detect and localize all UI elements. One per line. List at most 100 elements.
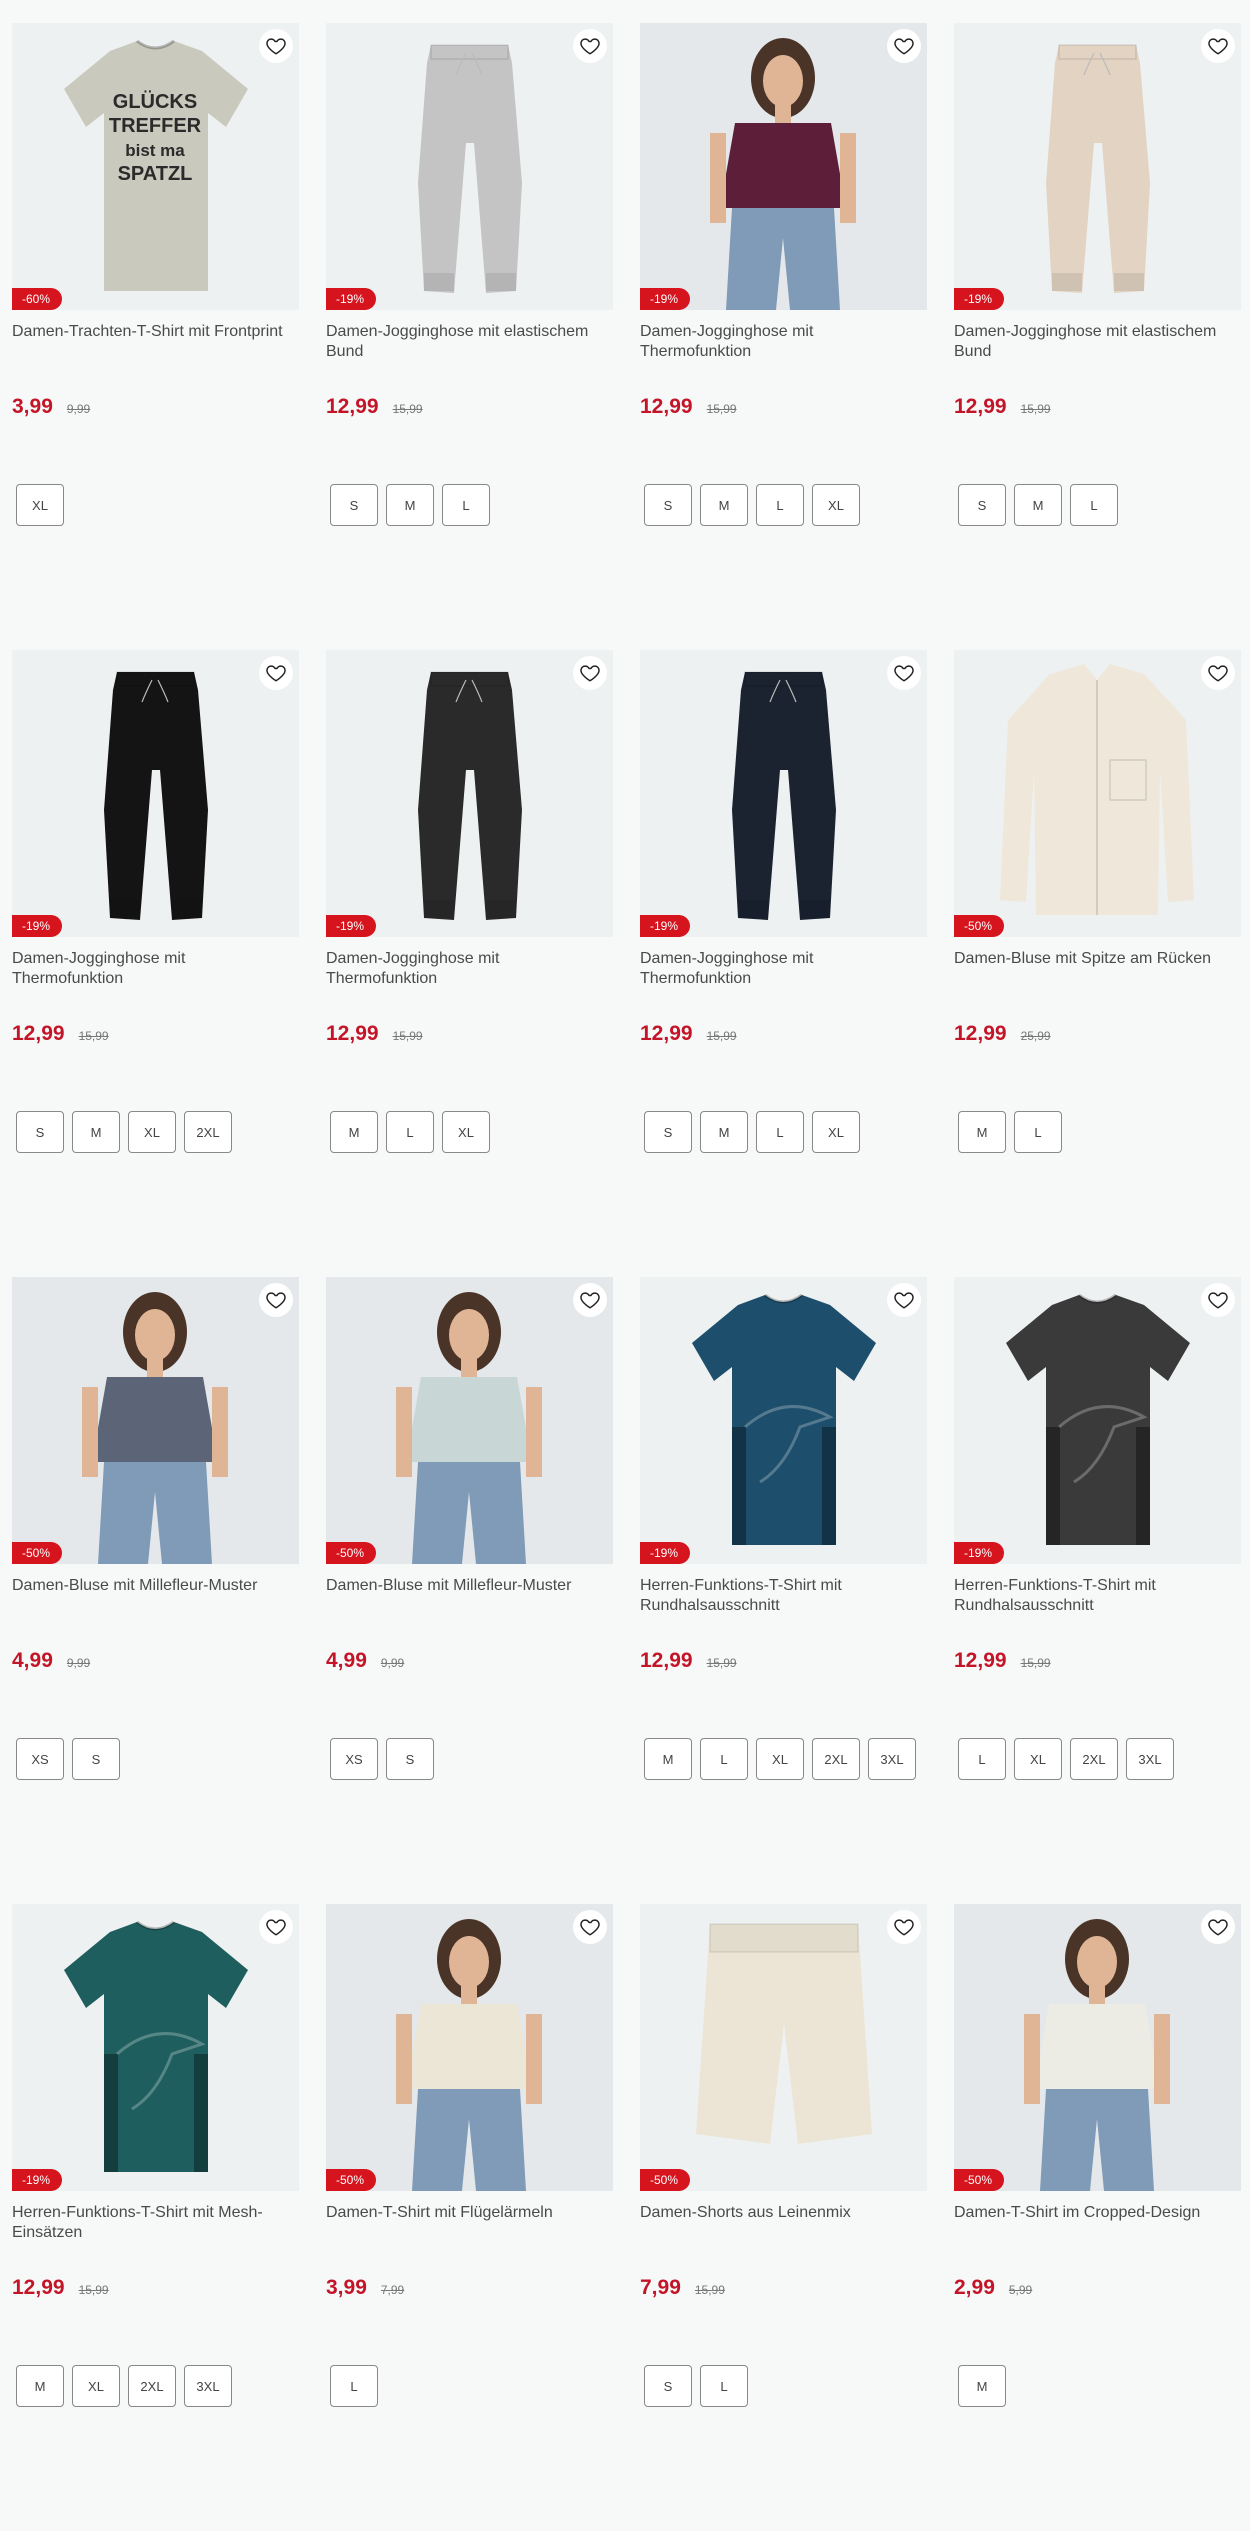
size-option[interactable]: M [1014, 484, 1062, 526]
size-option[interactable]: 2XL [184, 1111, 232, 1153]
wishlist-button[interactable] [259, 656, 293, 690]
size-option[interactable]: M [700, 484, 748, 526]
size-option[interactable]: L [1014, 1111, 1062, 1153]
product-image[interactable]: -19% [640, 1277, 927, 1564]
product-title[interactable]: Damen-Bluse mit Millefleur-Muster [326, 1576, 613, 1616]
size-option[interactable]: M [700, 1111, 748, 1153]
size-option[interactable]: XL [1014, 1738, 1062, 1780]
size-option[interactable]: S [16, 1111, 64, 1153]
size-option[interactable]: L [386, 1111, 434, 1153]
product-image[interactable]: -19% [640, 23, 927, 310]
product-card[interactable]: -50% Damen-Bluse mit Millefleur-Muster 4,9… [12, 1277, 299, 1904]
wishlist-button[interactable] [887, 656, 921, 690]
wishlist-button[interactable] [573, 1283, 607, 1317]
size-option[interactable]: 2XL [812, 1738, 860, 1780]
product-title[interactable]: Herren-Funktions-T-Shirt mit Rundhalsaus… [954, 1576, 1241, 1616]
product-title[interactable]: Damen-Shorts aus Leinenmix [640, 2203, 927, 2243]
size-option[interactable]: M [958, 1111, 1006, 1153]
size-option[interactable]: L [442, 484, 490, 526]
size-option[interactable]: XL [812, 1111, 860, 1153]
product-title[interactable]: Herren-Funktions-T-Shirt mit Mesh-Einsät… [12, 2203, 299, 2243]
size-option[interactable]: L [1070, 484, 1118, 526]
wishlist-button[interactable] [887, 29, 921, 63]
wishlist-button[interactable] [259, 1283, 293, 1317]
size-option[interactable]: M [386, 484, 434, 526]
product-card[interactable]: -50% Damen-Bluse mit Spitze am Rücken 12,9… [954, 650, 1241, 1277]
product-image[interactable]: -50% [12, 1277, 299, 1564]
product-card[interactable]: -19% Damen-Jogginghose mit Thermofunktion… [640, 650, 927, 1277]
size-option[interactable]: S [72, 1738, 120, 1780]
product-card[interactable]: -19% Herren-Funktions-T-Shirt mit Mesh-Ei… [12, 1904, 299, 2531]
product-image[interactable]: -19% [954, 1277, 1241, 1564]
wishlist-button[interactable] [887, 1910, 921, 1944]
product-card[interactable]: -19% Damen-Jogginghose mit elastischem Bu… [326, 23, 613, 650]
size-option[interactable]: S [644, 484, 692, 526]
size-option[interactable]: L [756, 1111, 804, 1153]
wishlist-button[interactable] [1201, 1910, 1235, 1944]
size-option[interactable]: M [16, 2365, 64, 2407]
size-option[interactable]: M [958, 2365, 1006, 2407]
product-image[interactable]: -19% [954, 23, 1241, 310]
product-image[interactable]: -50% [326, 1277, 613, 1564]
size-option[interactable]: L [700, 1738, 748, 1780]
size-option[interactable]: M [72, 1111, 120, 1153]
size-option[interactable]: XL [128, 1111, 176, 1153]
wishlist-button[interactable] [887, 1283, 921, 1317]
product-image[interactable]: GLÜCKS TREFFER bist ma SPATZL -60% [12, 23, 299, 310]
size-option[interactable]: 3XL [184, 2365, 232, 2407]
size-option[interactable]: XL [16, 484, 64, 526]
size-option[interactable]: S [644, 2365, 692, 2407]
size-option[interactable]: L [756, 484, 804, 526]
size-option[interactable]: M [644, 1738, 692, 1780]
product-card[interactable]: -19% Damen-Jogginghose mit Thermofunktion… [326, 650, 613, 1277]
product-title[interactable]: Damen-Bluse mit Millefleur-Muster [12, 1576, 299, 1616]
product-card[interactable]: -19% Herren-Funktions-T-Shirt mit Rundhal… [954, 1277, 1241, 1904]
product-image[interactable]: -19% [640, 650, 927, 937]
size-option[interactable]: 3XL [1126, 1738, 1174, 1780]
size-option[interactable]: M [330, 1111, 378, 1153]
product-card[interactable]: -19% Damen-Jogginghose mit elastischem Bu… [954, 23, 1241, 650]
wishlist-button[interactable] [1201, 1283, 1235, 1317]
product-image[interactable]: -19% [12, 650, 299, 937]
size-option[interactable]: XL [812, 484, 860, 526]
product-card[interactable]: GLÜCKS TREFFER bist ma SPATZL -60% Damen-Trac… [12, 23, 299, 650]
wishlist-button[interactable] [573, 29, 607, 63]
product-title[interactable]: Damen-Bluse mit Spitze am Rücken [954, 949, 1241, 989]
wishlist-button[interactable] [1201, 656, 1235, 690]
product-title[interactable]: Damen-T-Shirt im Cropped-Design [954, 2203, 1241, 2243]
size-option[interactable]: 2XL [1070, 1738, 1118, 1780]
size-option[interactable]: L [958, 1738, 1006, 1780]
size-option[interactable]: S [330, 484, 378, 526]
size-option[interactable]: L [700, 2365, 748, 2407]
size-option[interactable]: XL [442, 1111, 490, 1153]
product-title[interactable]: Damen-Trachten-T-Shirt mit Frontprint [12, 322, 299, 362]
size-option[interactable]: 3XL [868, 1738, 916, 1780]
product-card[interactable]: -50% Damen-T-Shirt mit Flügelärmeln 3,99 7,… [326, 1904, 613, 2531]
size-option[interactable]: XL [756, 1738, 804, 1780]
product-card[interactable]: -19% Damen-Jogginghose mit Thermofunktion… [12, 650, 299, 1277]
product-image[interactable]: -19% [12, 1904, 299, 2191]
product-card[interactable]: -50% Damen-Shorts aus Leinenmix 7,99 15,99 S… [640, 1904, 927, 2531]
size-option[interactable]: S [958, 484, 1006, 526]
size-option[interactable]: L [330, 2365, 378, 2407]
product-card[interactable]: -19% Herren-Funktions-T-Shirt mit Rundhal… [640, 1277, 927, 1904]
size-option[interactable]: XS [16, 1738, 64, 1780]
wishlist-button[interactable] [259, 1910, 293, 1944]
wishlist-button[interactable] [573, 1910, 607, 1944]
product-title[interactable]: Damen-Jogginghose mit elastischem Bund [326, 322, 613, 362]
product-title[interactable]: Damen-Jogginghose mit Thermofunktion [12, 949, 299, 989]
product-card[interactable]: -50% Damen-Bluse mit Millefleur-Muster 4,9… [326, 1277, 613, 1904]
wishlist-button[interactable] [573, 656, 607, 690]
product-image[interactable]: -50% [640, 1904, 927, 2191]
product-image[interactable]: -19% [326, 23, 613, 310]
size-option[interactable]: S [644, 1111, 692, 1153]
wishlist-button[interactable] [259, 29, 293, 63]
product-title[interactable]: Damen-Jogginghose mit Thermofunktion [640, 949, 927, 989]
product-title[interactable]: Damen-Jogginghose mit Thermofunktion [640, 322, 927, 362]
size-option[interactable]: XL [72, 2365, 120, 2407]
product-title[interactable]: Herren-Funktions-T-Shirt mit Rundhalsaus… [640, 1576, 927, 1616]
product-title[interactable]: Damen-Jogginghose mit Thermofunktion [326, 949, 613, 989]
size-option[interactable]: XS [330, 1738, 378, 1780]
product-title[interactable]: Damen-Jogginghose mit elastischem Bund [954, 322, 1241, 362]
size-option[interactable]: S [386, 1738, 434, 1780]
